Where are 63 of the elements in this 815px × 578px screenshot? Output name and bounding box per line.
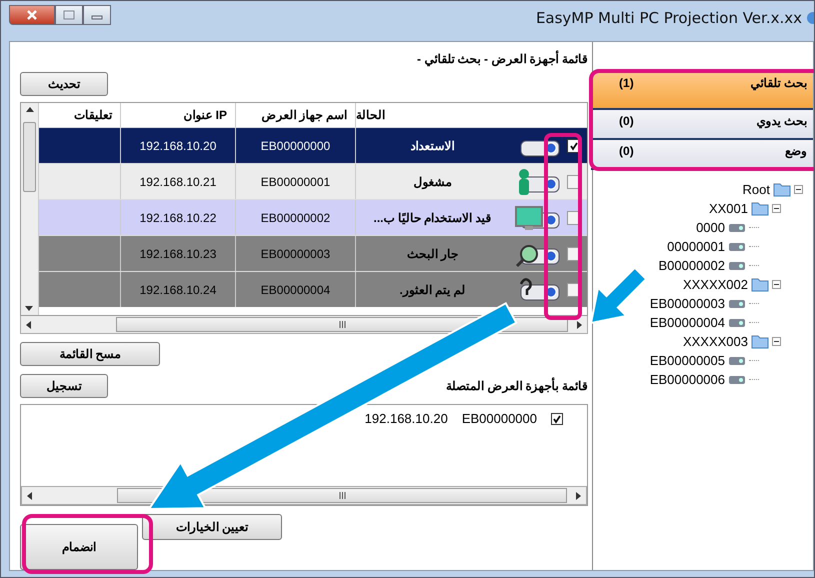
- folder-icon: [773, 182, 791, 197]
- status-text: جار البحث: [406, 246, 460, 260]
- projector-icon: [728, 298, 746, 308]
- status-text: قيد الاستخدام حاليًا ب...: [372, 210, 492, 224]
- projector-icon: [728, 374, 746, 384]
- maximize-button[interactable]: [55, 5, 83, 25]
- scroll-up-icon[interactable]: [26, 107, 34, 112]
- tree-item[interactable]: EB00000003: [650, 296, 725, 311]
- collapse-icon[interactable]: [772, 337, 781, 346]
- horizontal-scrollbar[interactable]: [20, 316, 588, 334]
- close-button[interactable]: [9, 5, 55, 25]
- projector-icon: [728, 242, 746, 252]
- horizontal-scrollbar[interactable]: [21, 486, 587, 505]
- clear-list-button[interactable]: مسح القائمة: [20, 342, 160, 366]
- window-title: EasyMP Multi PC Projection Ver.x.xx: [536, 9, 802, 27]
- projector-icon: [728, 222, 746, 232]
- tree-item[interactable]: 00000001: [667, 239, 725, 254]
- scroll-left-icon[interactable]: [27, 492, 32, 500]
- table-cell: EB00000004: [236, 272, 356, 307]
- tree-item[interactable]: EB00000006: [650, 372, 725, 387]
- folder-icon: [751, 277, 769, 292]
- tree-item[interactable]: XX001: [708, 201, 748, 216]
- register-button[interactable]: تسجيل: [20, 374, 108, 398]
- folder-icon: [751, 201, 769, 216]
- scroll-down-icon[interactable]: [25, 306, 33, 311]
- column-header[interactable]: الحالة: [356, 103, 587, 127]
- collapse-icon[interactable]: [794, 185, 803, 194]
- set-options-button[interactable]: تعيين الخيارات: [142, 514, 282, 540]
- grip-icon: [338, 492, 346, 499]
- refresh-button[interactable]: تحديث: [20, 72, 108, 96]
- status-text: لم يتم العثور.: [398, 282, 466, 296]
- scrollbar-thumb[interactable]: [23, 122, 36, 192]
- projector-icon: [728, 318, 746, 328]
- grip-icon: [338, 321, 346, 328]
- tree-item[interactable]: EB00000005: [650, 353, 725, 368]
- minimize-button[interactable]: [83, 5, 111, 25]
- list-heading: قائمة أجهزة العرض - بحث تلقائي -: [416, 52, 588, 66]
- folder-icon: [751, 334, 769, 349]
- app-icon: [804, 11, 814, 25]
- tree-item[interactable]: B00000002: [658, 258, 725, 273]
- status-text: مشغول: [412, 174, 452, 188]
- status-text: الاستعداد: [410, 138, 456, 152]
- tree-item[interactable]: XXXXX002: [682, 277, 748, 292]
- tree-item[interactable]: 0000: [696, 220, 725, 235]
- list-cell: 192.168.10.20: [364, 411, 448, 426]
- connected-heading: قائمة بأجهزة العرض المتصلة: [446, 379, 588, 393]
- projector-icon: [728, 260, 746, 270]
- collapse-icon[interactable]: [772, 204, 781, 213]
- scroll-right-icon[interactable]: [577, 320, 582, 328]
- collapse-icon[interactable]: [772, 280, 781, 289]
- checkbox[interactable]: [551, 412, 563, 424]
- tree-item[interactable]: XXXXX003: [682, 334, 748, 349]
- close-icon: [25, 9, 39, 21]
- join-button[interactable]: انضمام: [20, 524, 138, 570]
- projector-icon: [728, 356, 746, 366]
- scroll-left-icon[interactable]: [26, 320, 31, 328]
- tree-item[interactable]: Root: [742, 182, 770, 197]
- callout-arrow: [590, 266, 648, 324]
- list-cell: EB00000000: [462, 411, 537, 426]
- table-cell: 192.168.10.24: [121, 272, 236, 307]
- scroll-right-icon[interactable]: [576, 492, 581, 500]
- maximize-icon: [63, 10, 75, 20]
- tree-item[interactable]: EB00000004: [650, 315, 725, 330]
